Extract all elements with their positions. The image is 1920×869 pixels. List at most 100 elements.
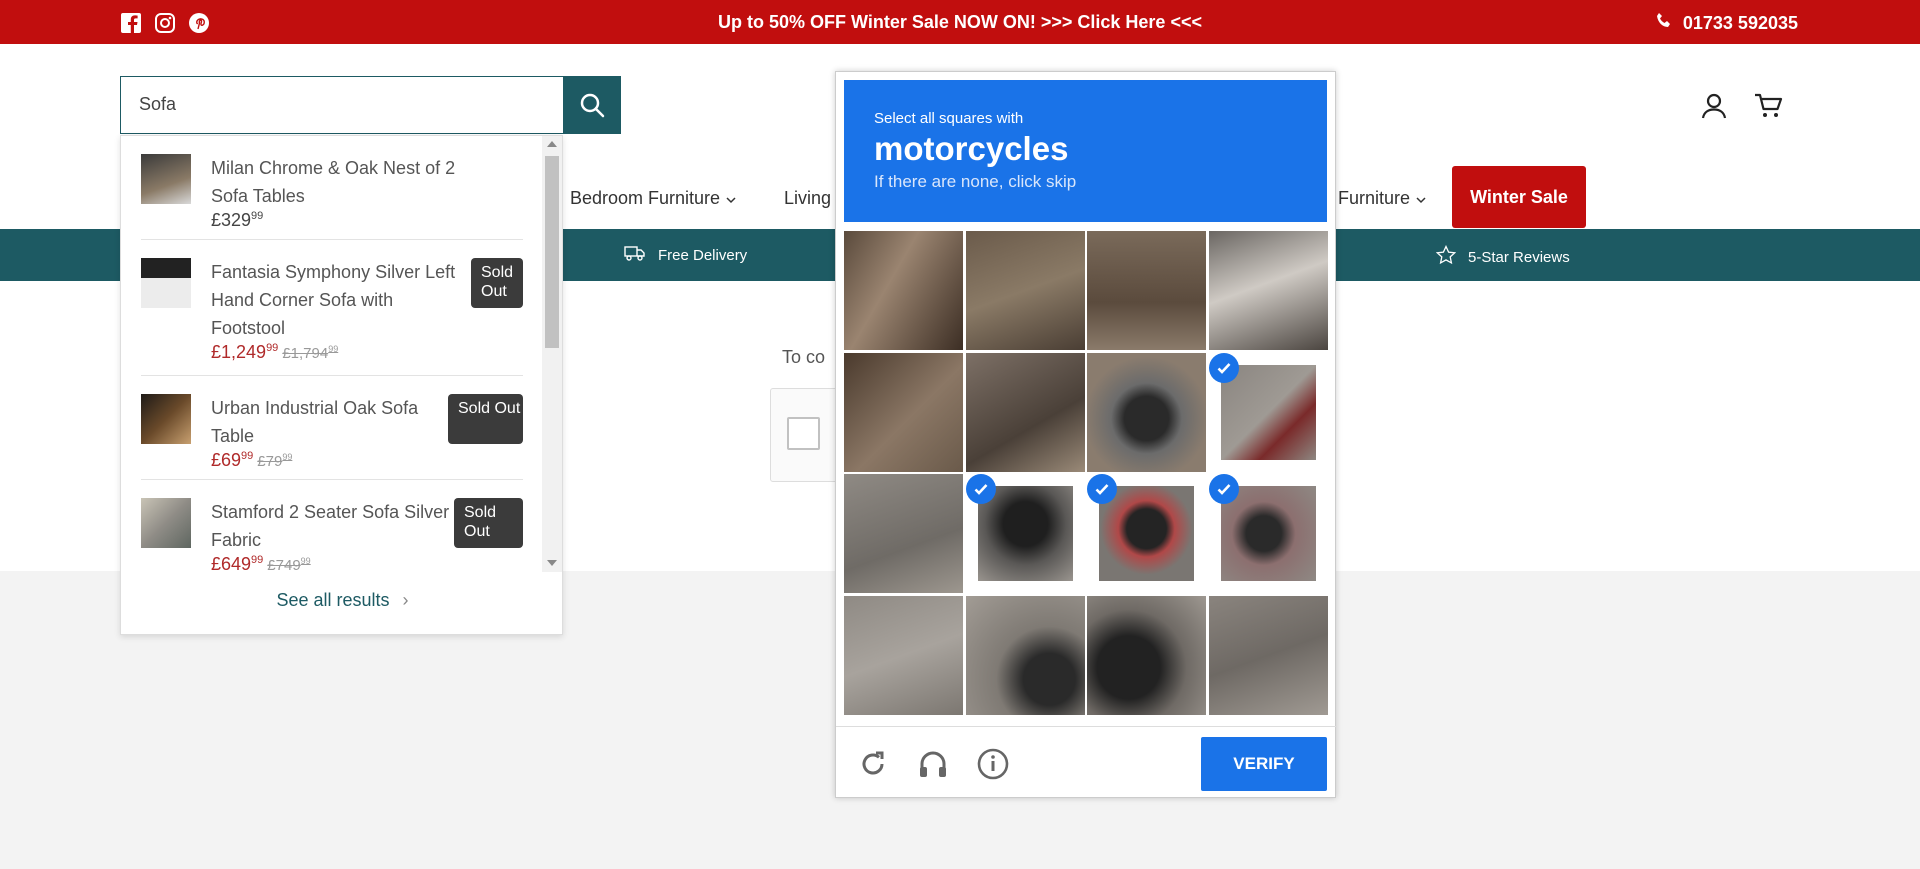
tile-image [965,231,1085,350]
challenge-tile[interactable] [844,474,963,593]
search-form [120,76,621,134]
challenge-tile[interactable] [965,231,1085,350]
tile-image [965,352,1085,472]
chevron-down-icon [1416,188,1426,209]
search-result-item[interactable]: Urban Industrial Oak Sofa Table Sold Out… [141,376,523,480]
challenge-hint: If there are none, click skip [874,172,1077,191]
nav-item-label: Furniture [1338,188,1411,208]
challenge-tile[interactable] [1208,231,1328,350]
account-icon[interactable] [1700,92,1728,125]
product-thumbnail [141,258,191,308]
header-actions [1700,92,1784,125]
challenge-tile[interactable] [1087,595,1206,715]
product-price: £6999 £7999 [211,450,292,471]
promo-topbar: Up to 50% OFF Winter Sale NOW ON! >>> Cl… [0,0,1920,44]
usp-delivery-label: Free Delivery [658,246,748,264]
challenge-tile[interactable] [1087,474,1206,593]
search-input[interactable] [139,94,539,115]
challenge-tile[interactable] [1208,352,1328,472]
search-result-item[interactable]: Milan Chrome & Oak Nest of 2 Sofa Tables… [141,136,523,240]
scroll-down-arrow[interactable] [547,560,557,566]
challenge-grid [844,231,1328,715]
challenge-tile[interactable] [844,352,963,472]
phone-number: 01733 592035 [1682,13,1798,33]
star-icon [1435,244,1457,269]
challenge-tile[interactable] [1208,474,1328,593]
was-pounds: £749 [267,557,301,572]
cart-icon[interactable] [1754,92,1784,125]
chevron-down-icon [726,188,736,209]
tile-image [844,231,963,350]
was-price: £1,79499 [282,344,339,362]
nav-furniture[interactable]: Furniture [1338,188,1426,209]
challenge-target: motorcycles [874,130,1069,167]
scrollbar-thumb[interactable] [545,156,559,348]
verify-button[interactable]: VERIFY [1201,737,1327,791]
was-pence: 99 [282,452,293,462]
search-icon [580,93,605,118]
was-pounds: £1,794 [282,345,329,362]
audio-icon[interactable] [916,747,950,781]
recaptcha-challenge: Select all squares with motorcycles If t… [835,71,1337,798]
see-all-results-link[interactable]: See all results › [121,590,564,611]
was-pence: 99 [300,556,311,566]
sold-out-badge: Sold Out [454,498,523,548]
product-price: £64999 £74999 [211,554,311,572]
tile-image [1099,486,1194,581]
challenge-instruction: Select all squares with [874,110,1024,127]
challenge-tile[interactable] [844,595,963,715]
usp-delivery: Free Delivery [624,245,747,265]
see-all-label: See all results [276,590,390,610]
challenge-tile[interactable] [965,595,1085,715]
promo-banner-link[interactable]: Up to 50% OFF Winter Sale NOW ON! >>> Cl… [0,12,1920,33]
price-pence: 99 [241,450,254,462]
product-price: £1,249 99 £1,79499 [211,342,338,363]
challenge-tile[interactable] [965,474,1085,593]
challenge-tile[interactable] [1087,352,1206,472]
usp-reviews: 5-Star Reviews [1435,244,1570,269]
search-result-item[interactable]: Stamford 2 Seater Sofa Silver Fabric Sol… [141,480,523,572]
tile-image [1208,595,1328,715]
price-pence: 99 [251,554,264,566]
nav-item-label: Bedroom Furniture [570,188,721,208]
nav-living[interactable]: Living [784,188,831,209]
challenge-tile[interactable] [844,231,963,350]
search-suggestions: Milan Chrome & Oak Nest of 2 Sofa Tables… [120,135,563,635]
product-title: Urban Industrial Oak Sofa Table [211,398,419,446]
search-results-list: Milan Chrome & Oak Nest of 2 Sofa Tables… [121,136,543,572]
challenge-tile[interactable] [965,352,1085,472]
tile-image [1208,231,1328,350]
nav-bedroom-furniture[interactable]: Bedroom Furniture [570,188,736,209]
search-result-item[interactable]: Fantasia Symphony Silver Left Hand Corne… [141,240,523,376]
checkmark-icon [1087,474,1117,504]
product-title: Stamford 2 Seater Sofa Silver Fabric [211,502,450,550]
was-price: £74999 [267,556,311,572]
info-icon[interactable] [976,747,1010,781]
product-title: Milan Chrome & Oak Nest of 2 Sofa Tables [211,158,456,206]
truck-icon [624,245,646,265]
was-pence: 99 [328,344,339,354]
checkmark-icon [1208,352,1239,383]
verify-prompt-text: To co [782,347,826,367]
results-scrollbar[interactable] [542,136,562,572]
tile-image [1220,486,1316,581]
checkmark-icon [965,474,996,504]
nav-winter-sale[interactable]: Winter Sale [1452,166,1586,228]
product-price: £32999 [211,210,263,231]
product-title: Fantasia Symphony Silver Left Hand Corne… [211,262,456,338]
reload-icon[interactable] [856,747,890,781]
challenge-tile[interactable] [1208,595,1328,715]
phone-link[interactable]: 01733 592035 [1655,12,1798,35]
scroll-up-arrow[interactable] [547,141,557,147]
product-thumbnail [141,498,191,548]
search-button[interactable] [563,76,621,134]
price-pounds: £69 [211,450,242,470]
price-pounds: £1,249 [211,342,267,362]
was-price: £7999 [257,452,293,470]
recaptcha-checkbox[interactable] [787,417,820,450]
challenge-tile[interactable] [1087,231,1206,350]
challenge-header: Select all squares with motorcycles If t… [844,80,1327,222]
tile-image [844,352,963,472]
product-thumbnail [141,394,191,444]
sold-out-badge: Sold Out [448,394,523,444]
